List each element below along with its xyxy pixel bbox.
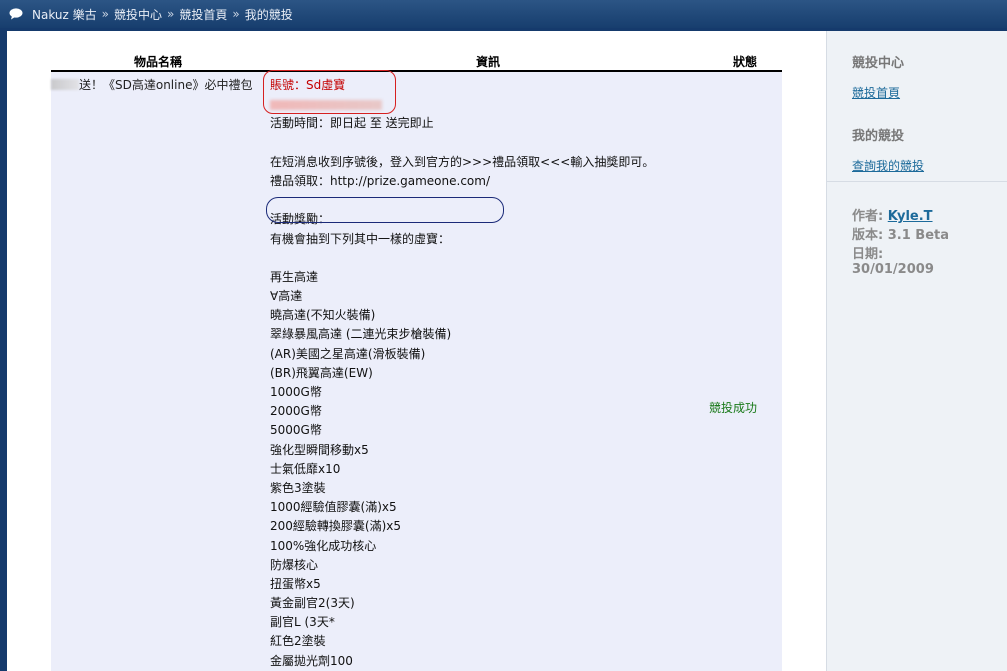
table-header: 物品名稱 資訊 狀態 xyxy=(51,52,782,72)
item-info-cell: 賬號：Sd虛寶 活動時間：即日起 至 送完即止 在短消息收到序號後，登入到官方的… xyxy=(270,76,710,671)
info-line: 再生高達 xyxy=(270,269,319,284)
sidebar-title-my-auctions: 我的競投 xyxy=(852,129,905,144)
info-line: 黃金副官2(3天) xyxy=(270,596,355,611)
info-line: 扭蛋幣x5 xyxy=(270,576,321,591)
info-line: 1000經驗值膠囊(滿)x5 xyxy=(270,500,397,515)
info-line: ∀高達 xyxy=(270,289,303,304)
breadcrumb-separator: » xyxy=(232,7,240,21)
sidebar-link-auction-home[interactable]: 競投首頁 xyxy=(852,84,900,101)
info-line: 活動時間：即日起 至 送完即止 xyxy=(270,116,434,131)
author-link[interactable]: Kyle.T xyxy=(888,209,933,224)
sidebar-link-query-my-auctions[interactable]: 查詢我的競投 xyxy=(852,157,924,174)
column-header-status: 狀態 xyxy=(733,55,758,69)
sidebar: 競投中心 競投首頁 我的競投 查詢我的競投 作者: Kyle.T 版本: 3.1… xyxy=(826,31,1007,671)
version-label: 版本: xyxy=(852,228,884,243)
item-name: 送！《SD高達online》必中禮包 xyxy=(79,78,253,92)
info-line: 在短消息收到序號後，登入到官方的>>>禮品領取<<<輸入抽獎即可。 xyxy=(270,154,655,169)
info-line: 副官L (3天* xyxy=(270,615,335,630)
breadcrumb-separator: » xyxy=(167,7,175,21)
version-row: 版本: 3.1 Beta xyxy=(852,224,949,243)
author-label: 作者: xyxy=(852,209,884,224)
info-line: 100%強化成功核心 xyxy=(270,538,377,553)
info-line: 1000G幣 xyxy=(270,385,322,399)
author-row: 作者: Kyle.T xyxy=(852,205,933,224)
item-name-cell: 送！《SD高達online》必中禮包 xyxy=(51,76,261,93)
info-line: 5000G幣 xyxy=(270,423,322,438)
sidebar-title-auction-center: 競投中心 xyxy=(852,56,905,71)
info-line: 士氣低靡x10 xyxy=(270,461,341,476)
breadcrumb-auction-center[interactable]: 競投中心 xyxy=(114,6,162,23)
top-navigation-bar: Nakuz 樂古 » 競投中心 » 競投首頁 » 我的競投 xyxy=(0,0,1007,28)
info-line: 翠綠暴風高達 (二連光束步槍裝備) xyxy=(270,327,452,342)
info-line: 2000G幣 xyxy=(270,404,322,419)
table-row: 送！《SD高達online》必中禮包 賬號：Sd虛寶 活動時間：即日起 至 送完… xyxy=(51,70,782,671)
info-line: (AR)美國之星高達(滑板裝備) xyxy=(270,346,426,361)
date-value: 30/01/2009 xyxy=(852,262,934,277)
breadcrumb-my-auctions: 我的競投 xyxy=(244,7,293,22)
info-line: 紅色2塗裝 xyxy=(270,634,326,649)
breadcrumb-auction-home[interactable]: 競投首頁 xyxy=(179,6,227,23)
info-line: 金屬拋光劑100 xyxy=(270,653,353,668)
info-line: (BR)飛翼高達(EW) xyxy=(270,365,373,380)
breadcrumb-separator: » xyxy=(101,7,109,21)
version-value: 3.1 Beta xyxy=(887,228,950,243)
date-label: 日期: xyxy=(852,247,884,262)
info-line: 防爆核心 xyxy=(270,557,319,572)
info-line: 強化型瞬間移動x5 xyxy=(270,442,369,457)
info-line: 紫色3塗裝 xyxy=(270,480,326,495)
redacted-text xyxy=(51,79,79,90)
main-content: 物品名稱 資訊 狀態 送！《SD高達online》必中禮包 賬號：Sd虛寶 活動… xyxy=(7,31,826,671)
column-header-info: 資訊 xyxy=(476,55,501,69)
column-header-name: 物品名稱 xyxy=(134,55,183,69)
chat-bubble-icon xyxy=(9,8,23,20)
status-badge: 競投成功 xyxy=(709,401,758,415)
info-line: 200經驗轉換膠囊(滿)x5 xyxy=(270,519,402,534)
red-annotation-circle xyxy=(263,70,396,114)
breadcrumb-home[interactable]: Nakuz 樂古 xyxy=(32,6,97,23)
info-line: 禮品領取：http://prize.gameone.com/ xyxy=(270,173,491,188)
info-line: 有機會抽到下列其中一樣的虛寶： xyxy=(270,231,451,246)
blue-annotation-circle xyxy=(266,197,504,223)
sidebar-divider xyxy=(827,181,1007,182)
info-line: 曉高達(不知火裝備) xyxy=(270,308,376,323)
